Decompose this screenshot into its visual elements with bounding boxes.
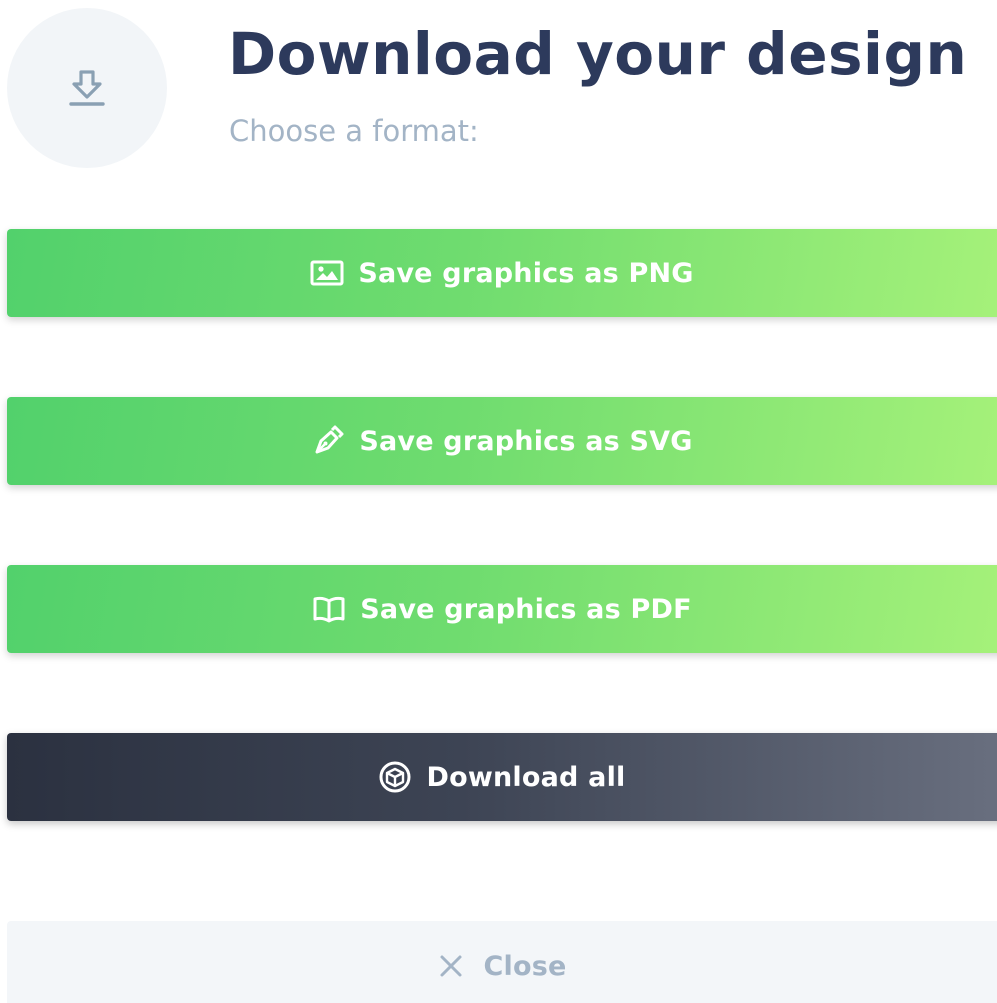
download-all-button[interactable]: Download all — [7, 733, 997, 821]
image-icon — [310, 256, 344, 290]
download-dialog: Download your design Choose a format: Sa… — [0, 0, 997, 1003]
download-all-label: Download all — [426, 761, 626, 793]
page-title: Download your design — [228, 20, 968, 88]
save-svg-label: Save graphics as SVG — [359, 425, 693, 457]
save-png-button[interactable]: Save graphics as PNG — [7, 229, 997, 317]
save-pdf-label: Save graphics as PDF — [360, 593, 692, 625]
close-button[interactable]: Close — [7, 921, 997, 1003]
close-label: Close — [483, 950, 567, 982]
header-icon-badge — [7, 8, 167, 168]
pen-nib-icon — [311, 424, 345, 458]
package-box-icon — [378, 760, 412, 794]
save-pdf-button[interactable]: Save graphics as PDF — [7, 565, 997, 653]
page-subtitle: Choose a format: — [229, 114, 479, 148]
open-book-icon — [312, 592, 346, 626]
download-icon — [65, 66, 109, 110]
save-svg-button[interactable]: Save graphics as SVG — [7, 397, 997, 485]
save-png-label: Save graphics as PNG — [358, 257, 694, 289]
close-icon — [437, 952, 465, 980]
